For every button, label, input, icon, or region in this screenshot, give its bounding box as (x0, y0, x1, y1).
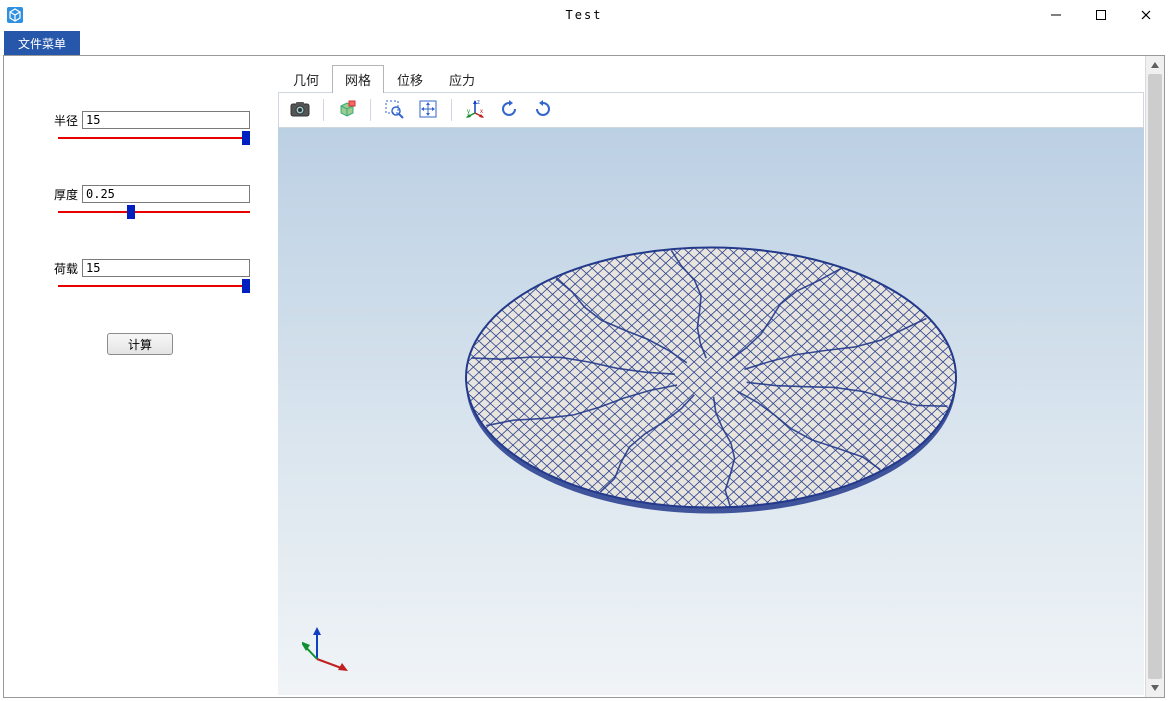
rotate-ccw-button[interactable] (494, 96, 524, 124)
calculate-button[interactable]: 计算 (107, 333, 173, 355)
scroll-up-button[interactable] (1146, 56, 1164, 74)
menu-bar: 文件菜单 (0, 31, 1168, 56)
load-row: 荷载 (4, 259, 276, 277)
zoom-box-icon (384, 99, 404, 122)
parameters-panel: 半径 厚度 荷载 计算 (4, 56, 276, 697)
load-input[interactable] (82, 259, 250, 277)
thickness-slider[interactable] (58, 205, 250, 219)
rotate-ccw-icon (499, 99, 519, 122)
toolbar-separator (451, 99, 452, 121)
rotate-cw-icon (533, 99, 553, 122)
pan-button[interactable] (413, 96, 443, 124)
thickness-row: 厚度 (4, 185, 276, 203)
minimize-button[interactable] (1033, 0, 1078, 30)
load-label: 荷载 (44, 260, 78, 277)
axes-icon: z x y (465, 99, 485, 122)
window-controls (1033, 0, 1168, 30)
main-viewer: 几何 网格 位移 应力 (276, 56, 1146, 697)
toolbar-separator (323, 99, 324, 121)
pan-icon (418, 99, 438, 122)
tab-geometry[interactable]: 几何 (280, 65, 332, 93)
radius-label: 半径 (44, 112, 78, 129)
window-title: Test (0, 8, 1168, 22)
file-menu[interactable]: 文件菜单 (4, 31, 80, 55)
load-slider[interactable] (58, 279, 250, 293)
vertical-scrollbar[interactable] (1145, 56, 1164, 697)
tab-stress[interactable]: 应力 (436, 65, 488, 93)
rotate-cw-button[interactable] (528, 96, 558, 124)
radius-slider-thumb[interactable] (242, 131, 250, 145)
app-icon (6, 6, 24, 24)
select-mode-button[interactable] (332, 96, 362, 124)
cube-select-icon (337, 99, 357, 122)
tab-bar: 几何 网格 位移 应力 (276, 66, 1146, 92)
toolbar-separator (370, 99, 371, 121)
toggle-axes-button[interactable]: z x y (460, 96, 490, 124)
svg-text:x: x (480, 109, 483, 115)
load-slider-track (58, 285, 250, 287)
close-button[interactable] (1123, 0, 1168, 30)
screenshot-button[interactable] (285, 96, 315, 124)
thickness-slider-track (58, 211, 250, 213)
zoom-box-button[interactable] (379, 96, 409, 124)
thickness-label: 厚度 (44, 186, 78, 203)
radius-input[interactable] (82, 111, 250, 129)
mesh-disc (441, 227, 981, 550)
maximize-button[interactable] (1078, 0, 1123, 30)
svg-text:y: y (467, 109, 470, 115)
tab-displacement[interactable]: 位移 (384, 65, 436, 93)
load-slider-thumb[interactable] (242, 279, 250, 293)
thickness-slider-thumb[interactable] (127, 205, 135, 219)
viewport-3d[interactable] (278, 128, 1144, 695)
viewer-toolbar: z x y (278, 92, 1144, 128)
radius-slider[interactable] (58, 131, 250, 145)
scroll-track[interactable] (1146, 74, 1164, 679)
tab-mesh[interactable]: 网格 (332, 65, 384, 93)
app-frame: 半径 厚度 荷载 计算 (3, 55, 1165, 698)
radius-slider-track (58, 137, 250, 139)
content-area: 半径 厚度 荷载 计算 (4, 56, 1146, 697)
svg-text:z: z (477, 100, 480, 106)
radius-row: 半径 (4, 111, 276, 129)
scroll-down-button[interactable] (1146, 679, 1164, 697)
title-bar: Test (0, 0, 1168, 31)
thickness-input[interactable] (82, 185, 250, 203)
camera-icon (290, 101, 310, 120)
axis-triad-icon (302, 621, 352, 671)
scroll-thumb[interactable] (1148, 74, 1162, 679)
